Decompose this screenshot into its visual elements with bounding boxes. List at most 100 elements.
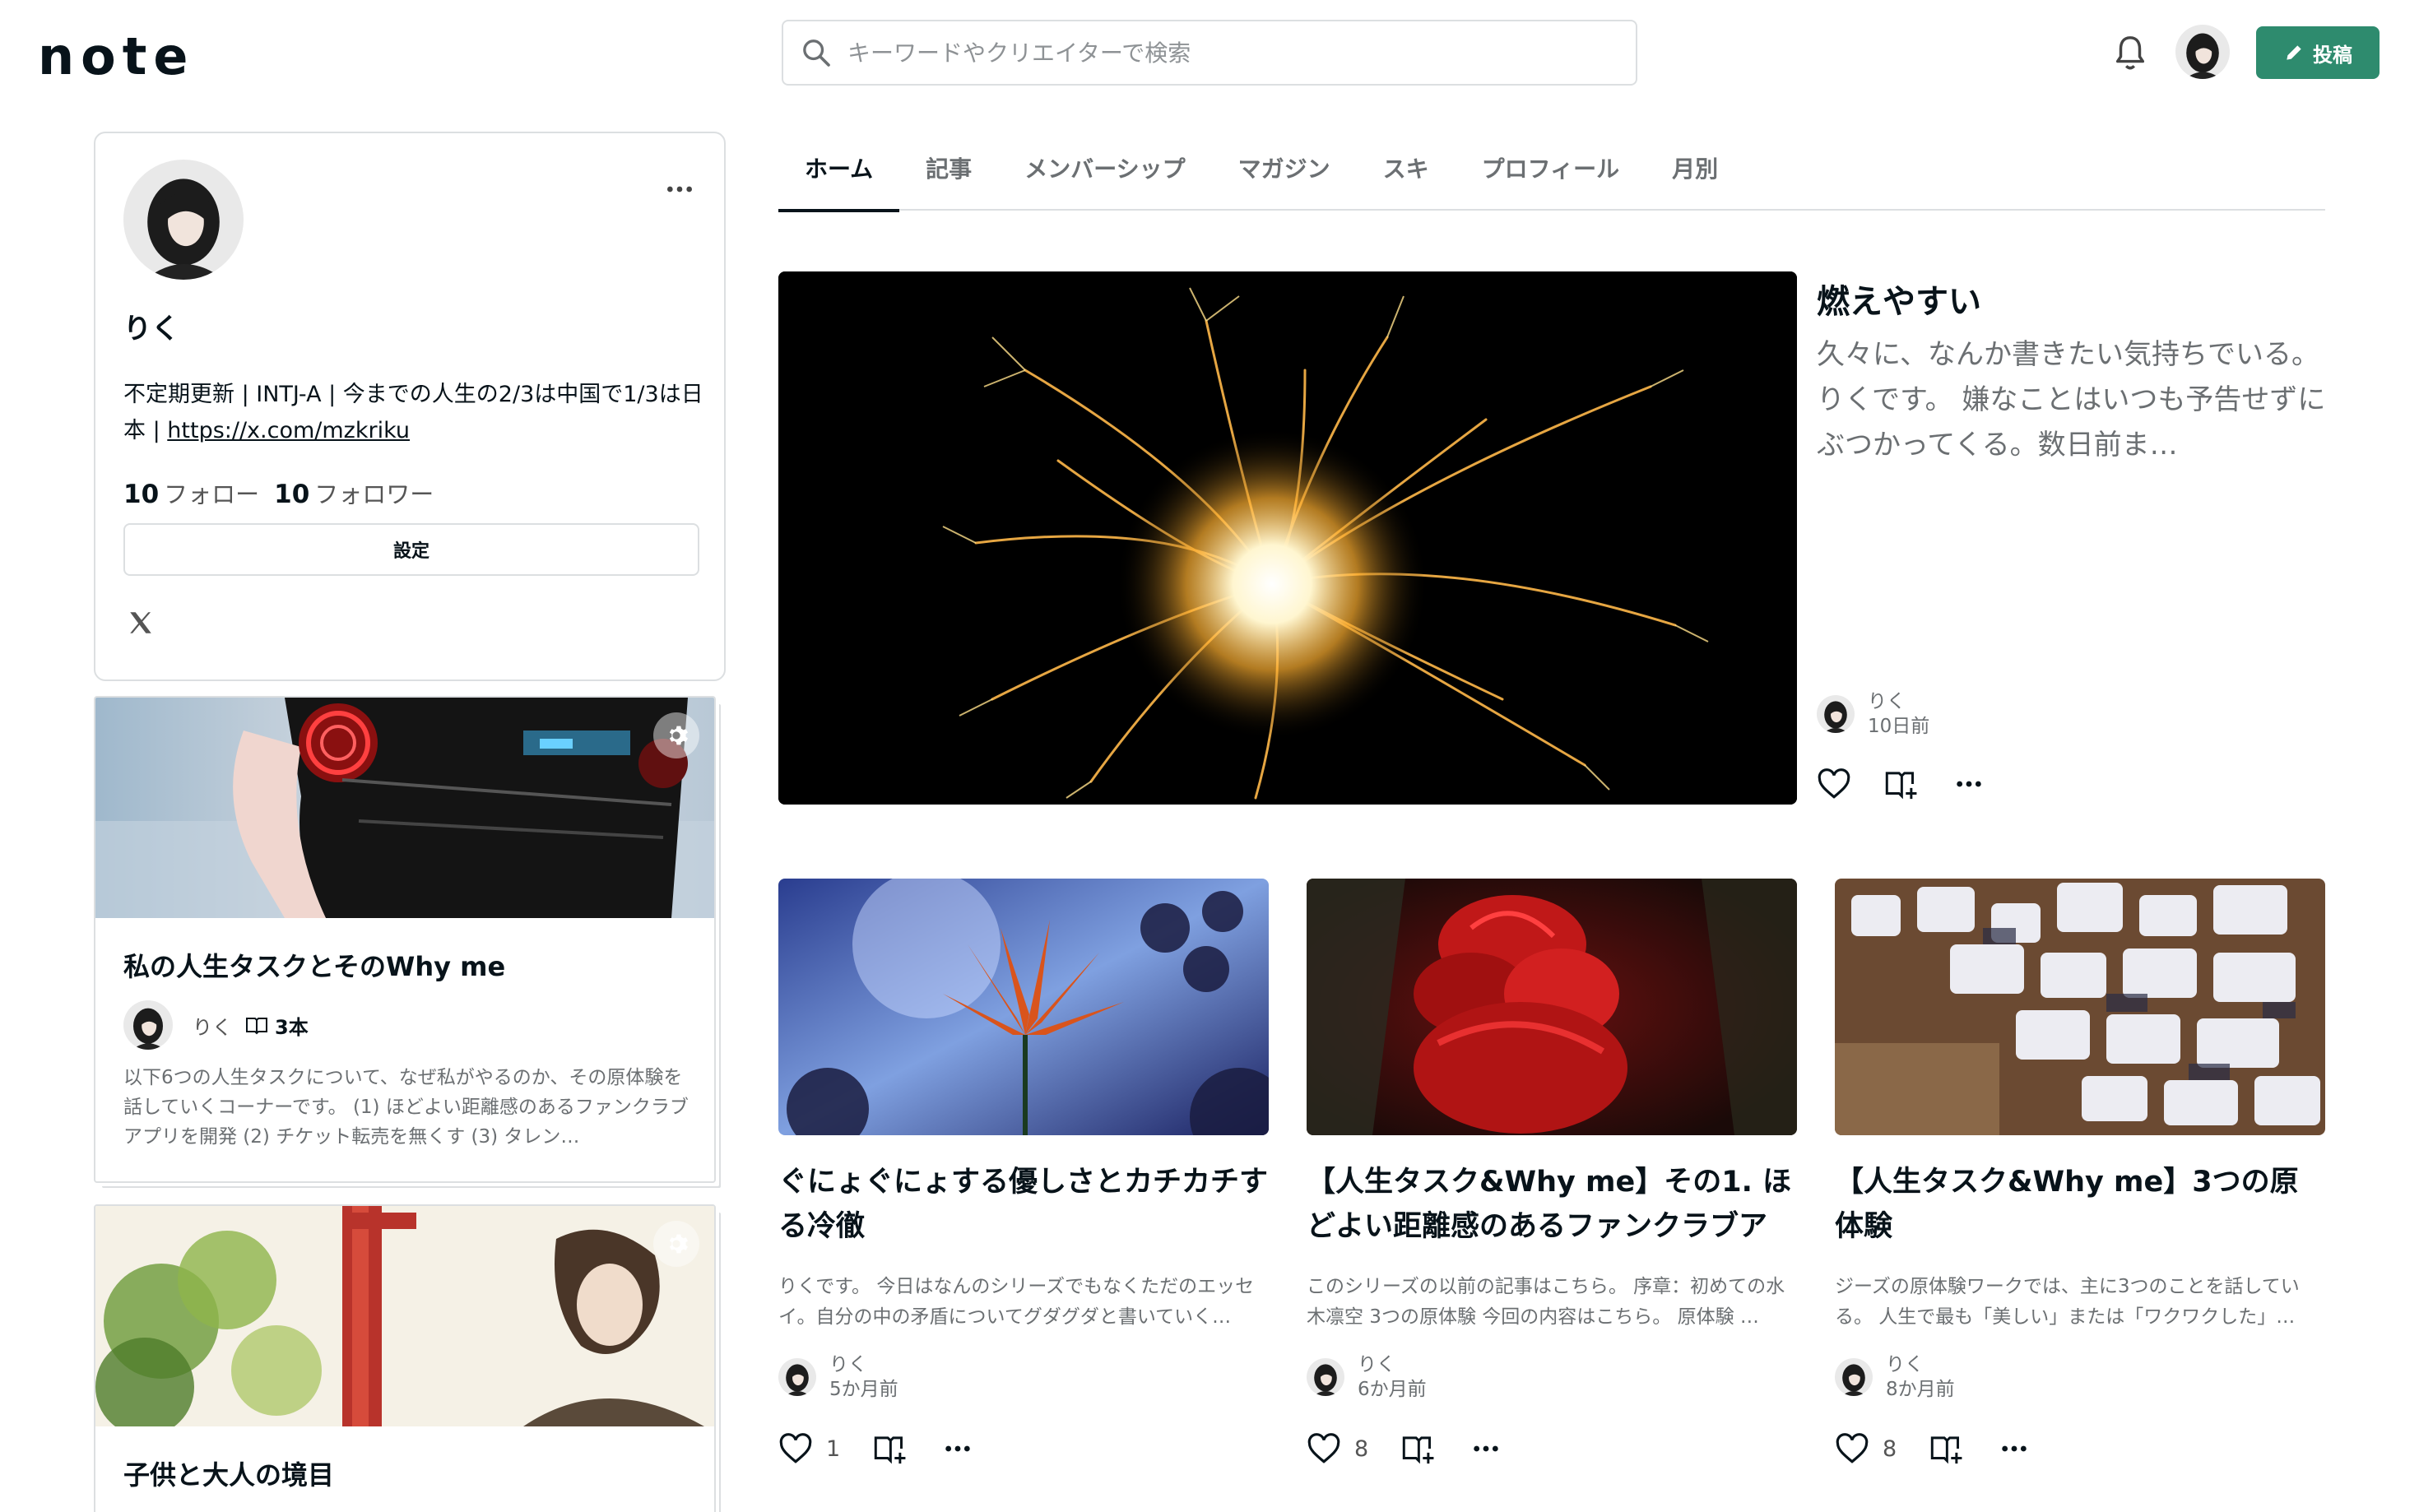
post-time: 6か月前 — [1358, 1379, 1427, 1400]
author-avatar[interactable] — [1817, 695, 1855, 733]
author-name[interactable]: りく — [193, 1011, 232, 1040]
heart-icon[interactable] — [1835, 1431, 1869, 1466]
magazine-meta: りく 3本 — [123, 1000, 309, 1050]
like-count: 1 — [826, 1435, 841, 1462]
article-card[interactable]: ぐにょぐにょする優しさとカチカチする冷徹 りくです。 今日はなんのシリーズでもな… — [778, 879, 1269, 1333]
add-to-magazine-icon[interactable] — [1884, 767, 1922, 801]
author-name[interactable]: りく — [829, 1352, 898, 1377]
follow-count: 10 — [123, 480, 160, 509]
article-actions: 8 — [1835, 1431, 2028, 1466]
magazine-title[interactable]: 私の人生タスクとそのWhy me — [123, 946, 505, 984]
tab-membership[interactable]: メンバーシップ — [998, 145, 1211, 211]
article-byline: りく 5か月前 — [778, 1352, 898, 1402]
article-actions: 8 — [1307, 1431, 1500, 1466]
like-count: 8 — [1354, 1435, 1369, 1462]
add-to-magazine-icon[interactable] — [1929, 1431, 1967, 1466]
article-count-value: 3本 — [275, 1015, 309, 1039]
featured-byline: りく 10日前 — [1817, 689, 1929, 739]
profile-avatar[interactable] — [123, 160, 244, 280]
featured-article-image[interactable] — [778, 271, 1797, 805]
author-avatar[interactable] — [778, 1358, 816, 1396]
tab-magazines[interactable]: マガジン — [1212, 145, 1357, 211]
article-title[interactable]: 【人生タスク&Why me】3つの原体験 — [1835, 1160, 2325, 1249]
post-button-label: 投稿 — [2313, 43, 2352, 67]
magazine-card[interactable]: 子供と大人の境目 — [94, 1204, 716, 1512]
post-time: 10日前 — [1868, 716, 1930, 737]
settings-button[interactable]: 設定 — [123, 523, 699, 576]
avatar-image — [123, 160, 244, 280]
magazine-cover-image — [95, 1206, 714, 1426]
x-icon[interactable] — [127, 609, 155, 637]
tab-profile[interactable]: プロフィール — [1456, 145, 1646, 211]
magazine-cover-image — [95, 698, 714, 918]
tab-home[interactable]: ホーム — [778, 145, 900, 212]
featured-article-title[interactable]: 燃えやすい — [1817, 275, 1981, 322]
article-actions: 1 — [778, 1431, 972, 1466]
heart-icon[interactable] — [1817, 767, 1851, 801]
article-card[interactable]: 【人生タスク&Why me】3つの原体験 ジーズの原体験ワークでは、主に3つのこ… — [1835, 879, 2325, 1333]
magazine-title[interactable]: 子供と大人の境目 — [123, 1454, 334, 1492]
article-thumbnail — [778, 879, 1269, 1135]
book-icon — [246, 1018, 267, 1035]
bell-icon[interactable] — [2111, 33, 2149, 74]
follow-label: フォロー — [164, 480, 260, 508]
article-thumbnail — [1307, 879, 1797, 1135]
more-options-icon[interactable] — [944, 1444, 972, 1454]
magazine-settings-button[interactable] — [653, 712, 699, 758]
article-byline: りく 8か月前 — [1835, 1352, 1955, 1402]
featured-article-excerpt: 久々に、なんか書きたい気持ちでいる。 りくです。 嫌なことはいつも予告せずにぶつ… — [1817, 338, 2326, 461]
profile-name[interactable]: りく — [123, 306, 179, 346]
author-avatar[interactable] — [1307, 1358, 1344, 1396]
article-excerpt: りくです。 今日はなんのシリーズでもなくただのエッセイ。自分の中の矛盾についてグ… — [778, 1276, 1255, 1328]
author-name[interactable]: りく — [1886, 1352, 1955, 1377]
post-time: 5か月前 — [829, 1379, 898, 1400]
add-to-magazine-icon[interactable] — [873, 1431, 911, 1466]
magazine-card[interactable]: 私の人生タスクとそのWhy me りく 3本 以下6つの人生タスクについて、なぜ… — [94, 696, 716, 1183]
follower-label: フォロワー — [314, 480, 434, 508]
article-excerpt: ジーズの原体験ワークでは、主に3つのことを話している。 人生で最も「美しい」また… — [1835, 1276, 2300, 1328]
pencil-icon — [2287, 45, 2301, 60]
author-name[interactable]: りく — [1358, 1352, 1427, 1377]
article-title[interactable]: ぐにょぐにょする優しさとカチカチする冷徹 — [778, 1160, 1269, 1249]
more-options-icon[interactable] — [1955, 779, 1983, 789]
user-avatar[interactable] — [2175, 25, 2230, 79]
search-icon — [803, 39, 830, 67]
follower-count: 10 — [274, 480, 310, 509]
profile-link[interactable]: https://x.com/mzkriku — [167, 418, 410, 443]
add-to-magazine-icon[interactable] — [1401, 1431, 1439, 1466]
follow-stats: 10 フォロー 10 フォロワー — [123, 475, 434, 510]
search-input[interactable] — [847, 39, 1588, 67]
like-count: 8 — [1883, 1435, 1897, 1462]
search-bar[interactable] — [782, 20, 1637, 86]
article-card[interactable]: 【人生タスク&Why me】その1. ほどよい距離感のあるファンクラブアプ… こ… — [1307, 879, 1797, 1333]
article-title[interactable]: 【人生タスク&Why me】その1. ほどよい距離感のあるファンクラブアプ… — [1307, 1160, 1797, 1249]
magazine-description: 以下6つの人生タスクについて、なぜ私がやるのか、その原体験を話していくコーナーで… — [123, 1067, 689, 1148]
profile-tabs: ホーム 記事 メンバーシップ マガジン スキ プロフィール 月別 — [778, 145, 2325, 212]
note-logo[interactable]: note — [38, 31, 194, 82]
follow-link[interactable]: 10 フォロー — [123, 475, 259, 510]
tab-likes[interactable]: スキ — [1357, 145, 1456, 211]
article-byline: りく 6か月前 — [1307, 1352, 1427, 1402]
post-button[interactable]: 投稿 — [2256, 26, 2380, 79]
article-thumbnail — [1835, 879, 2325, 1135]
author-avatar[interactable] — [1835, 1358, 1873, 1396]
follower-link[interactable]: 10 フォロワー — [274, 475, 434, 510]
tab-monthly[interactable]: 月別 — [1646, 145, 1744, 211]
tab-articles[interactable]: 記事 — [899, 145, 998, 211]
featured-actions — [1817, 767, 1983, 801]
more-options-icon[interactable] — [2000, 1444, 2028, 1454]
post-time: 8か月前 — [1886, 1379, 1955, 1400]
magazine-settings-button[interactable] — [653, 1221, 699, 1267]
more-options-icon[interactable] — [1472, 1444, 1500, 1454]
profile-bio: 不定期更新 | INTJ-A | 今までの人生の2/3は中国で1/3は日本 | … — [123, 377, 708, 449]
avatar-image — [2175, 25, 2230, 79]
gear-icon — [663, 1231, 689, 1257]
heart-icon[interactable] — [778, 1431, 813, 1466]
author-name[interactable]: りく — [1868, 689, 1929, 714]
heart-icon[interactable] — [1307, 1431, 1341, 1466]
article-count: 3本 — [245, 1011, 309, 1040]
profile-card: りく 不定期更新 | INTJ-A | 今までの人生の2/3は中国で1/3は日本… — [94, 132, 726, 681]
article-excerpt: このシリーズの以前の記事はこちら。 序章：初めての水木凛空 3つの原体験 今回の… — [1307, 1276, 1785, 1328]
more-options-icon[interactable] — [663, 173, 696, 206]
author-avatar[interactable] — [123, 1000, 173, 1050]
